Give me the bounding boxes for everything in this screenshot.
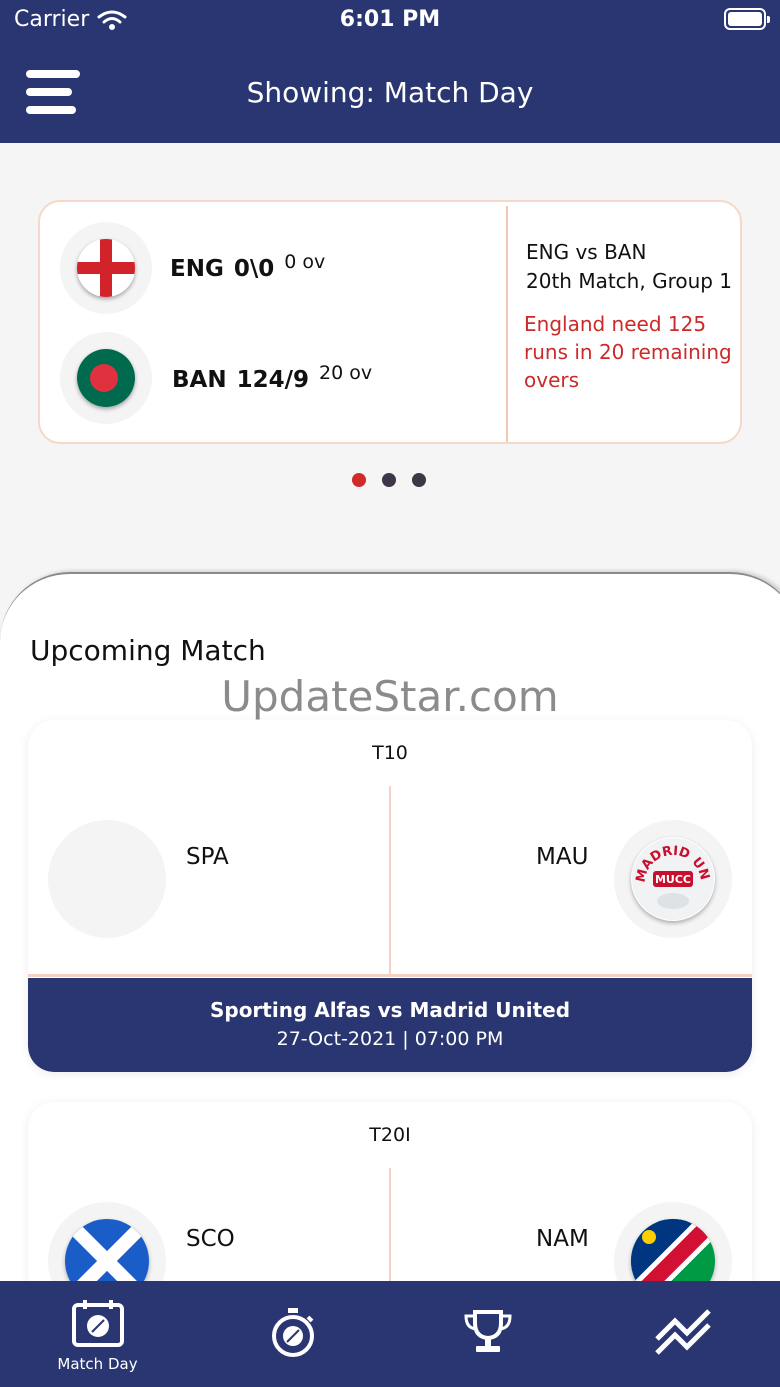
match-title: Sporting Alfas vs Madrid United: [209, 998, 571, 1022]
stopwatch-icon: [271, 1308, 314, 1357]
tab-bar: Match Day: [0, 1281, 780, 1387]
tab-match-day[interactable]: Match Day: [0, 1281, 195, 1387]
match-status: England need 125 runs in 20 remaining ov…: [524, 312, 732, 392]
home-team-code: SCO: [186, 1226, 235, 1252]
madrid-united-logo-icon: MADRID UNITED CC MUCC: [631, 837, 714, 920]
match-fixture: ENG vs BAN: [526, 240, 647, 264]
team2-flag: [60, 332, 152, 424]
tab-live[interactable]: [195, 1281, 390, 1387]
page-title: Showing: Match Day: [0, 76, 780, 109]
home-team-logo: [48, 820, 166, 938]
svg-text:MUCC: MUCC: [655, 873, 691, 886]
match-format: T20I: [369, 1124, 411, 1146]
match-format: T10: [372, 742, 408, 764]
calendar-ball-icon: [71, 1300, 124, 1347]
team2-code: BAN: [172, 367, 227, 393]
match-stage: 20th Match, Group 1: [526, 269, 733, 293]
home-team-code: SPA: [186, 844, 229, 870]
live-card-divider: [506, 206, 508, 442]
card-divider: [389, 786, 391, 974]
app-header: Carrier 6:01 PM Showing: Match Day: [0, 0, 780, 143]
tab-match-day-label: Match Day: [57, 1355, 138, 1373]
watermark: UpdateStar.com: [221, 672, 559, 721]
team2-line: BAN 124/9 20 ov: [172, 362, 372, 393]
away-team-logo: MADRID UNITED CC MUCC: [614, 820, 732, 938]
team1-code: ENG: [170, 256, 224, 282]
page-title-prefix: Showing:: [246, 76, 384, 109]
team1-flag: [60, 222, 152, 314]
match-info: ENG vs BAN 20th Match, Group 1: [526, 238, 732, 296]
carousel-indicator[interactable]: [352, 473, 426, 487]
match-footer: Sporting Alfas vs Madrid United 27-Oct-2…: [28, 978, 752, 1072]
battery-icon: [724, 8, 770, 30]
match-datetime: 27-Oct-2021 | 07:00 PM: [276, 1028, 504, 1050]
upcoming-match-card[interactable]: T10 SPA MAU MADRID UNITED CC MUCC Sporti…: [28, 720, 752, 1072]
trend-icon: [654, 1309, 711, 1355]
team1-overs: 0 ov: [284, 251, 326, 273]
team1-line: ENG 0\0 0 ov: [170, 251, 325, 282]
status-time: 6:01 PM: [339, 7, 441, 32]
tab-stats[interactable]: [585, 1281, 780, 1387]
card-bottom-line: [28, 974, 752, 977]
tab-tournaments[interactable]: [390, 1281, 585, 1387]
upcoming-match-card[interactable]: T20I SCO NAM: [28, 1102, 752, 1302]
page-title-value: Match Day: [383, 76, 534, 109]
away-team-code: NAM: [536, 1226, 589, 1252]
section-title: Upcoming Match: [30, 634, 266, 667]
team2-score: 124/9: [236, 367, 310, 393]
england-flag-icon: [77, 239, 135, 297]
bangladesh-flag-icon: [77, 349, 135, 407]
carousel-dot-1[interactable]: [352, 473, 366, 487]
carousel-dot-2[interactable]: [382, 473, 396, 487]
team1-score: 0\0: [233, 256, 275, 282]
carousel-dot-3[interactable]: [412, 473, 426, 487]
trophy-icon: [463, 1310, 512, 1352]
team2-overs: 20 ov: [319, 362, 373, 384]
away-team-code: MAU: [536, 844, 589, 870]
live-match-card[interactable]: ENG 0\0 0 ov BAN 124/9 20 ov ENG vs BAN …: [38, 200, 742, 444]
